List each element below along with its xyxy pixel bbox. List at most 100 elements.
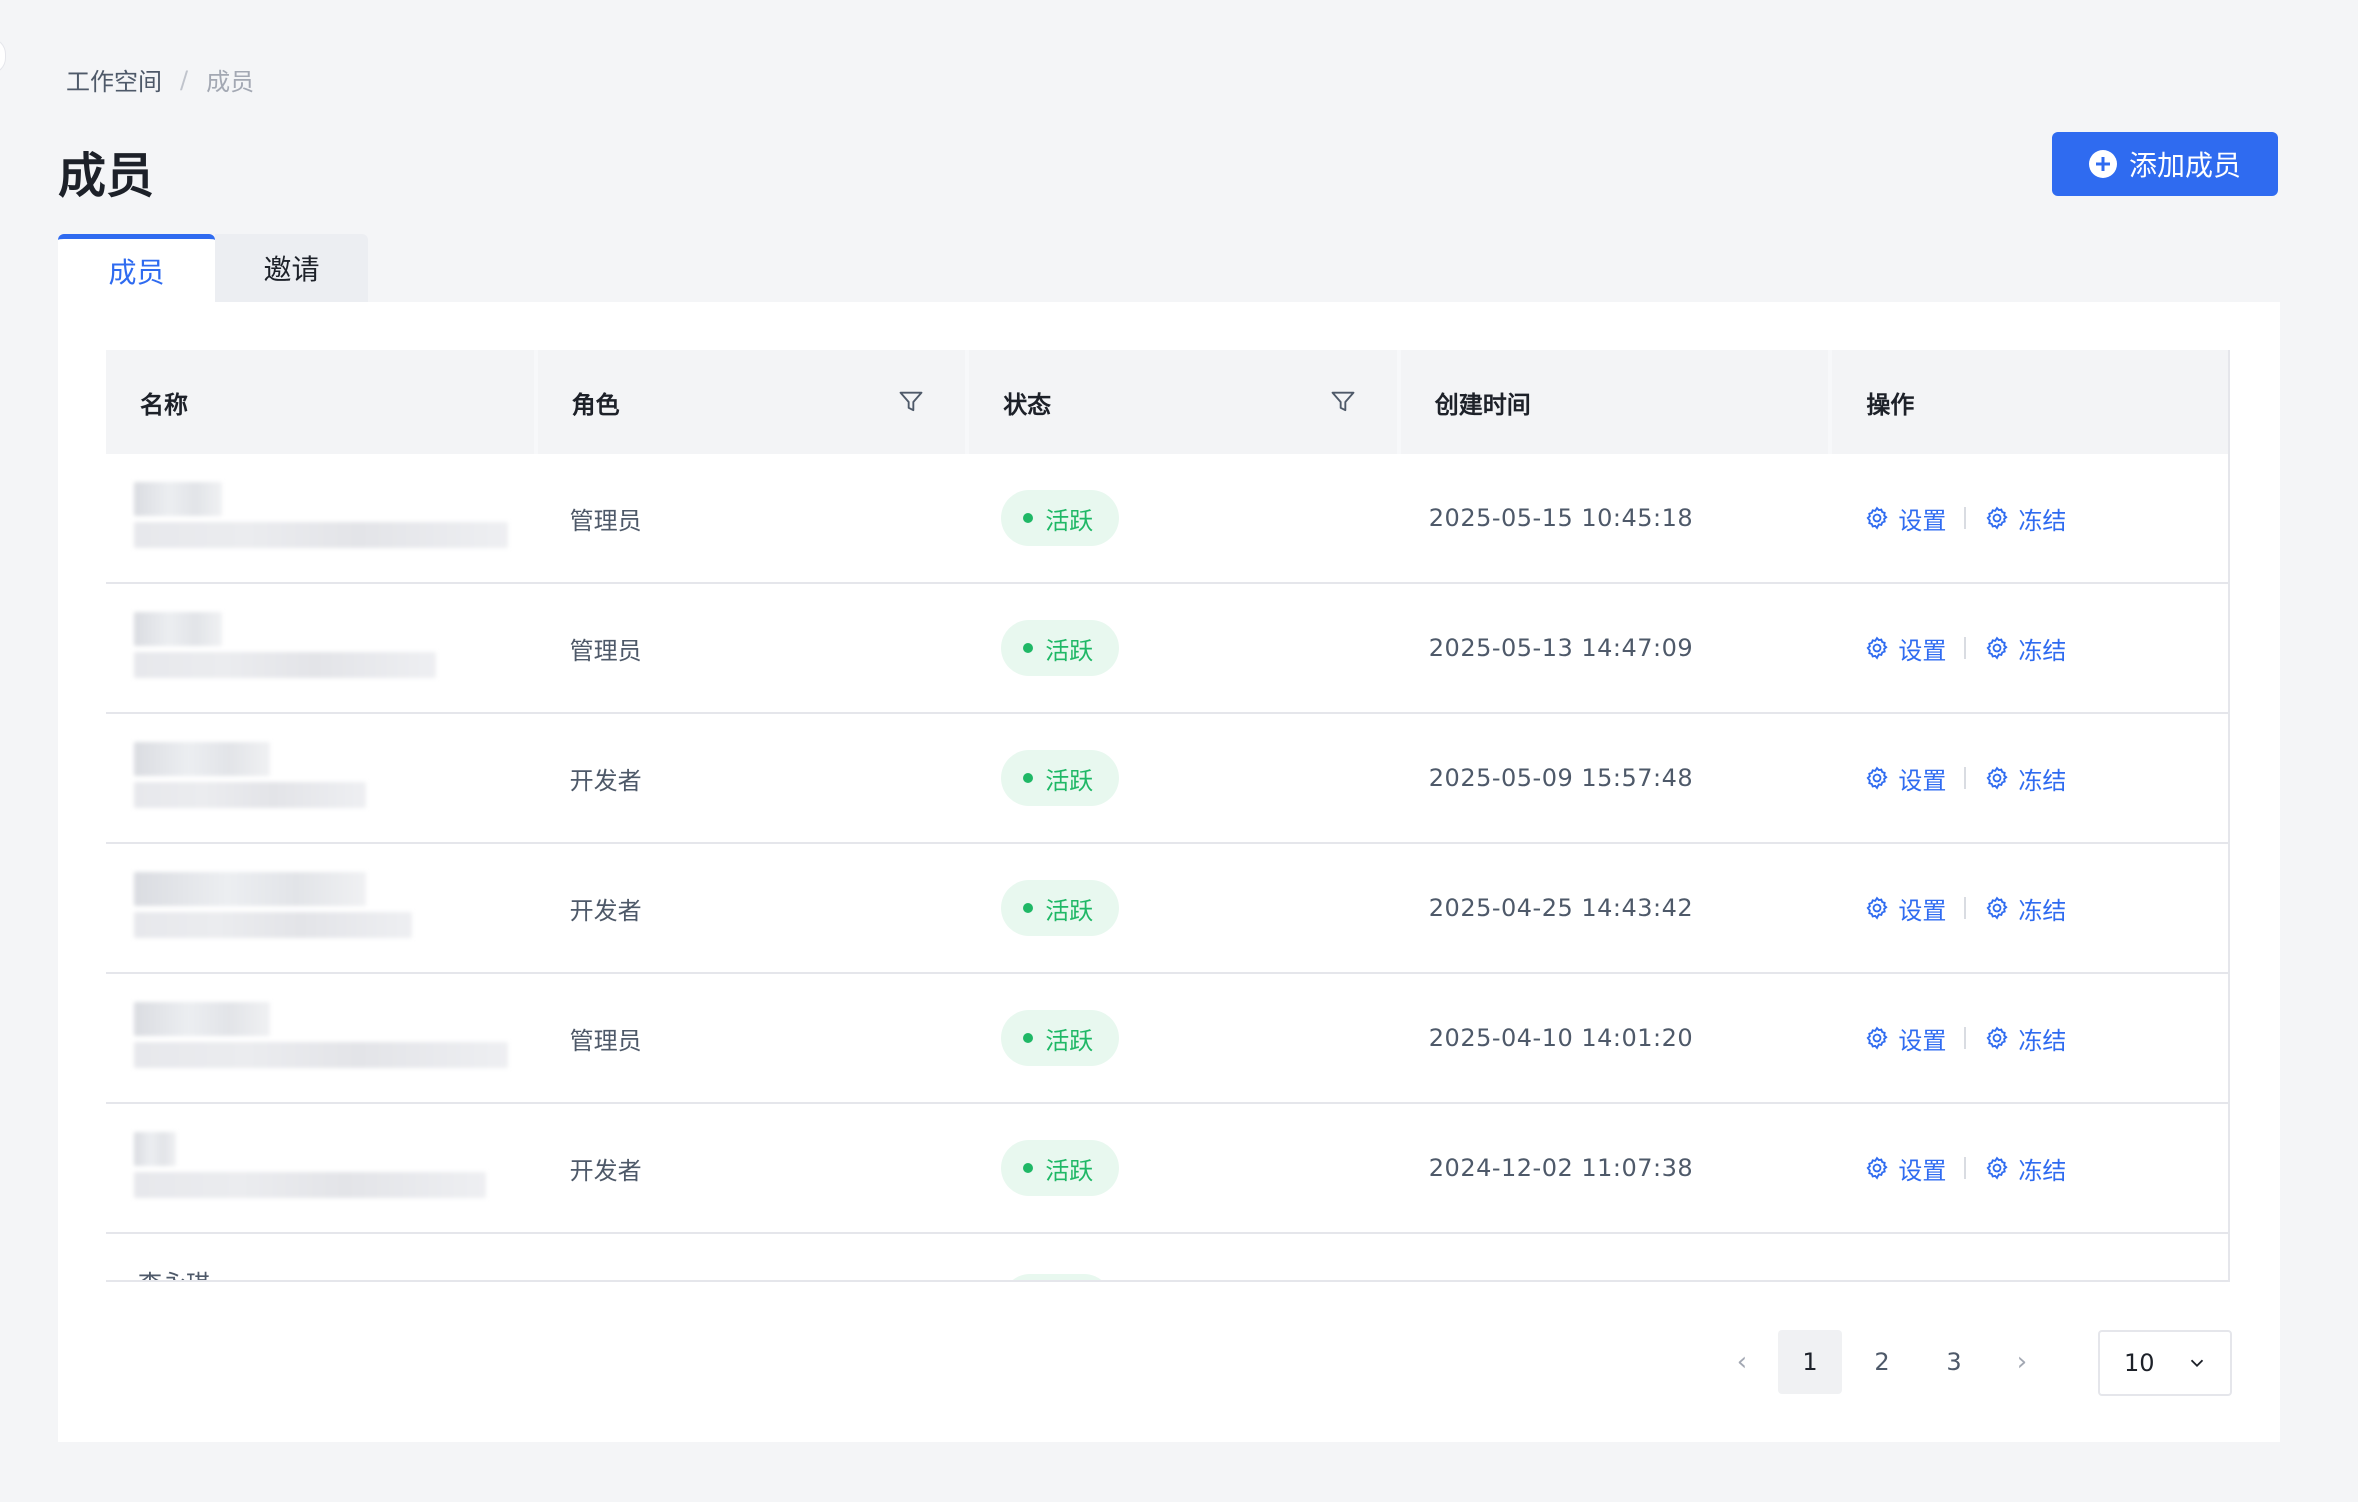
column-header-ops: 操作 — [1832, 350, 2228, 454]
freeze-label: 冻结 — [2018, 766, 2067, 795]
status-dot — [1023, 1033, 1034, 1043]
status-badge — [1002, 1274, 1112, 1280]
member-actions: 设置 冻结 — [1832, 1021, 2228, 1056]
member-name-redacted — [134, 858, 514, 958]
table-row: 管理员 活跃 2025-04-10 14:01:20 设置 冻结 — [106, 974, 2228, 1104]
settings-label: 设置 — [1898, 636, 1947, 665]
page-1-button[interactable]: 1 — [1778, 1330, 1842, 1394]
member-created-time: 2025-04-25 14:43:42 — [1428, 894, 1694, 922]
action-divider — [1964, 897, 1967, 919]
settings-button[interactable]: 设置 — [1864, 761, 1946, 796]
freeze-button[interactable]: 冻结 — [1984, 1021, 2066, 1056]
tabs: 成员 邀请 — [58, 234, 368, 302]
members-panel: 名称 角色 状态 创建时间 操作 管理员 活跃 2025-05-15 10:45… — [58, 302, 2280, 1442]
member-status-cell: 活跃 — [969, 750, 1401, 806]
status-dot — [1023, 643, 1034, 653]
add-member-button[interactable]: 添加成员 — [2052, 132, 2278, 196]
member-status-cell: 活跃 — [969, 490, 1401, 546]
member-role: 管理员 — [569, 506, 642, 535]
gear-icon — [1984, 1155, 2010, 1181]
status-label: 活跃 — [1045, 896, 1094, 925]
freeze-button[interactable]: 冻结 — [1984, 891, 2066, 926]
member-status-cell: 活跃 — [969, 1010, 1401, 1066]
members-page: 工作空间 / 成员 成员 添加成员 成员 邀请 名称 角色 状态 创建时间 操作… — [0, 0, 2358, 1502]
freeze-label: 冻结 — [2018, 1156, 2067, 1185]
status-label: 活跃 — [1045, 1156, 1094, 1185]
member-name-redacted — [134, 468, 514, 568]
status-label: 活跃 — [1045, 506, 1094, 535]
table-row: 李永琪 — [106, 1234, 2228, 1280]
breadcrumb-workspace[interactable]: 工作空间 — [66, 62, 162, 97]
status-dot — [1023, 773, 1034, 783]
chevron-down-icon — [2190, 1359, 2204, 1368]
member-actions: 设置 冻结 — [1832, 501, 2228, 536]
member-created-time: 2024-12-02 11:07:38 — [1428, 1154, 1694, 1182]
table-row: 管理员 活跃 2025-05-15 10:45:18 设置 冻结 — [106, 454, 2228, 584]
tab-invitations[interactable]: 邀请 — [215, 234, 368, 302]
column-header-created-label: 创建时间 — [1434, 390, 1531, 419]
add-member-label: 添加成员 — [2128, 149, 2241, 182]
member-role: 开发者 — [569, 896, 642, 925]
gear-icon — [1864, 505, 1890, 531]
settings-button[interactable]: 设置 — [1864, 501, 1946, 536]
status-badge: 活跃 — [1001, 620, 1120, 676]
next-page-button[interactable]: › — [1990, 1330, 2054, 1394]
prev-page-button[interactable]: ‹ — [1710, 1330, 1774, 1394]
member-status-cell: 活跃 — [969, 1140, 1401, 1196]
freeze-button[interactable]: 冻结 — [1984, 1151, 2066, 1186]
member-name-redacted — [134, 598, 514, 698]
table-header: 名称 角色 状态 创建时间 操作 — [106, 350, 2228, 454]
action-divider — [1964, 1027, 1967, 1049]
settings-button[interactable]: 设置 — [1864, 1151, 1946, 1186]
filter-icon[interactable] — [1329, 388, 1357, 416]
member-name-cell — [106, 1118, 538, 1218]
page-title: 成员 — [58, 148, 155, 204]
members-table: 名称 角色 状态 创建时间 操作 管理员 活跃 2025-05-15 10:45… — [106, 350, 2230, 1282]
member-name-cell — [106, 598, 538, 698]
page-size-value: 10 — [2124, 1349, 2155, 1377]
breadcrumb-separator: / — [180, 65, 189, 94]
settings-button[interactable]: 设置 — [1864, 1021, 1946, 1056]
gear-icon — [1864, 1025, 1890, 1051]
status-label: 活跃 — [1045, 636, 1094, 665]
member-status-cell: 活跃 — [969, 880, 1401, 936]
table-row: 开发者 活跃 2025-05-09 15:57:48 设置 冻结 — [106, 714, 2228, 844]
member-name: 李永琪 — [138, 1264, 210, 1280]
column-header-status: 状态 — [969, 350, 1397, 454]
table-row: 管理员 活跃 2025-05-13 14:47:09 设置 冻结 — [106, 584, 2228, 714]
tab-members[interactable]: 成员 — [58, 234, 215, 302]
freeze-button[interactable]: 冻结 — [1984, 631, 2066, 666]
status-badge: 活跃 — [1001, 1140, 1120, 1196]
member-actions: 设置 冻结 — [1832, 1151, 2228, 1186]
settings-button[interactable]: 设置 — [1864, 631, 1946, 666]
settings-label: 设置 — [1898, 766, 1947, 795]
status-label: 活跃 — [1045, 1026, 1094, 1055]
side-drawer-handle[interactable] — [0, 38, 6, 74]
filter-icon[interactable] — [897, 388, 925, 416]
settings-button[interactable]: 设置 — [1864, 891, 1946, 926]
gear-icon — [1984, 895, 2010, 921]
gear-icon — [1984, 765, 2010, 791]
member-created-time: 2025-05-15 10:45:18 — [1428, 504, 1694, 532]
member-created-time: 2025-04-10 14:01:20 — [1428, 1024, 1694, 1052]
action-divider — [1964, 637, 1967, 659]
member-name-cell — [106, 858, 538, 958]
member-name-redacted — [134, 1118, 514, 1218]
freeze-button[interactable]: 冻结 — [1984, 761, 2066, 796]
status-badge: 活跃 — [1001, 490, 1120, 546]
freeze-label: 冻结 — [2018, 506, 2067, 535]
status-dot — [1023, 513, 1034, 523]
page-size-select[interactable]: 10 — [2098, 1330, 2232, 1396]
column-header-ops-label: 操作 — [1866, 390, 1915, 419]
page-2-button[interactable]: 2 — [1850, 1330, 1914, 1394]
page-3-button[interactable]: 3 — [1922, 1330, 1986, 1394]
column-header-created: 创建时间 — [1400, 350, 1829, 454]
freeze-label: 冻结 — [2018, 896, 2067, 925]
action-divider — [1964, 767, 1967, 789]
member-role: 管理员 — [569, 1026, 642, 1055]
gear-icon — [1864, 635, 1890, 661]
freeze-label: 冻结 — [2018, 1026, 2067, 1055]
freeze-button[interactable]: 冻结 — [1984, 501, 2066, 536]
member-name-redacted — [134, 988, 514, 1088]
member-role: 开发者 — [569, 766, 642, 795]
